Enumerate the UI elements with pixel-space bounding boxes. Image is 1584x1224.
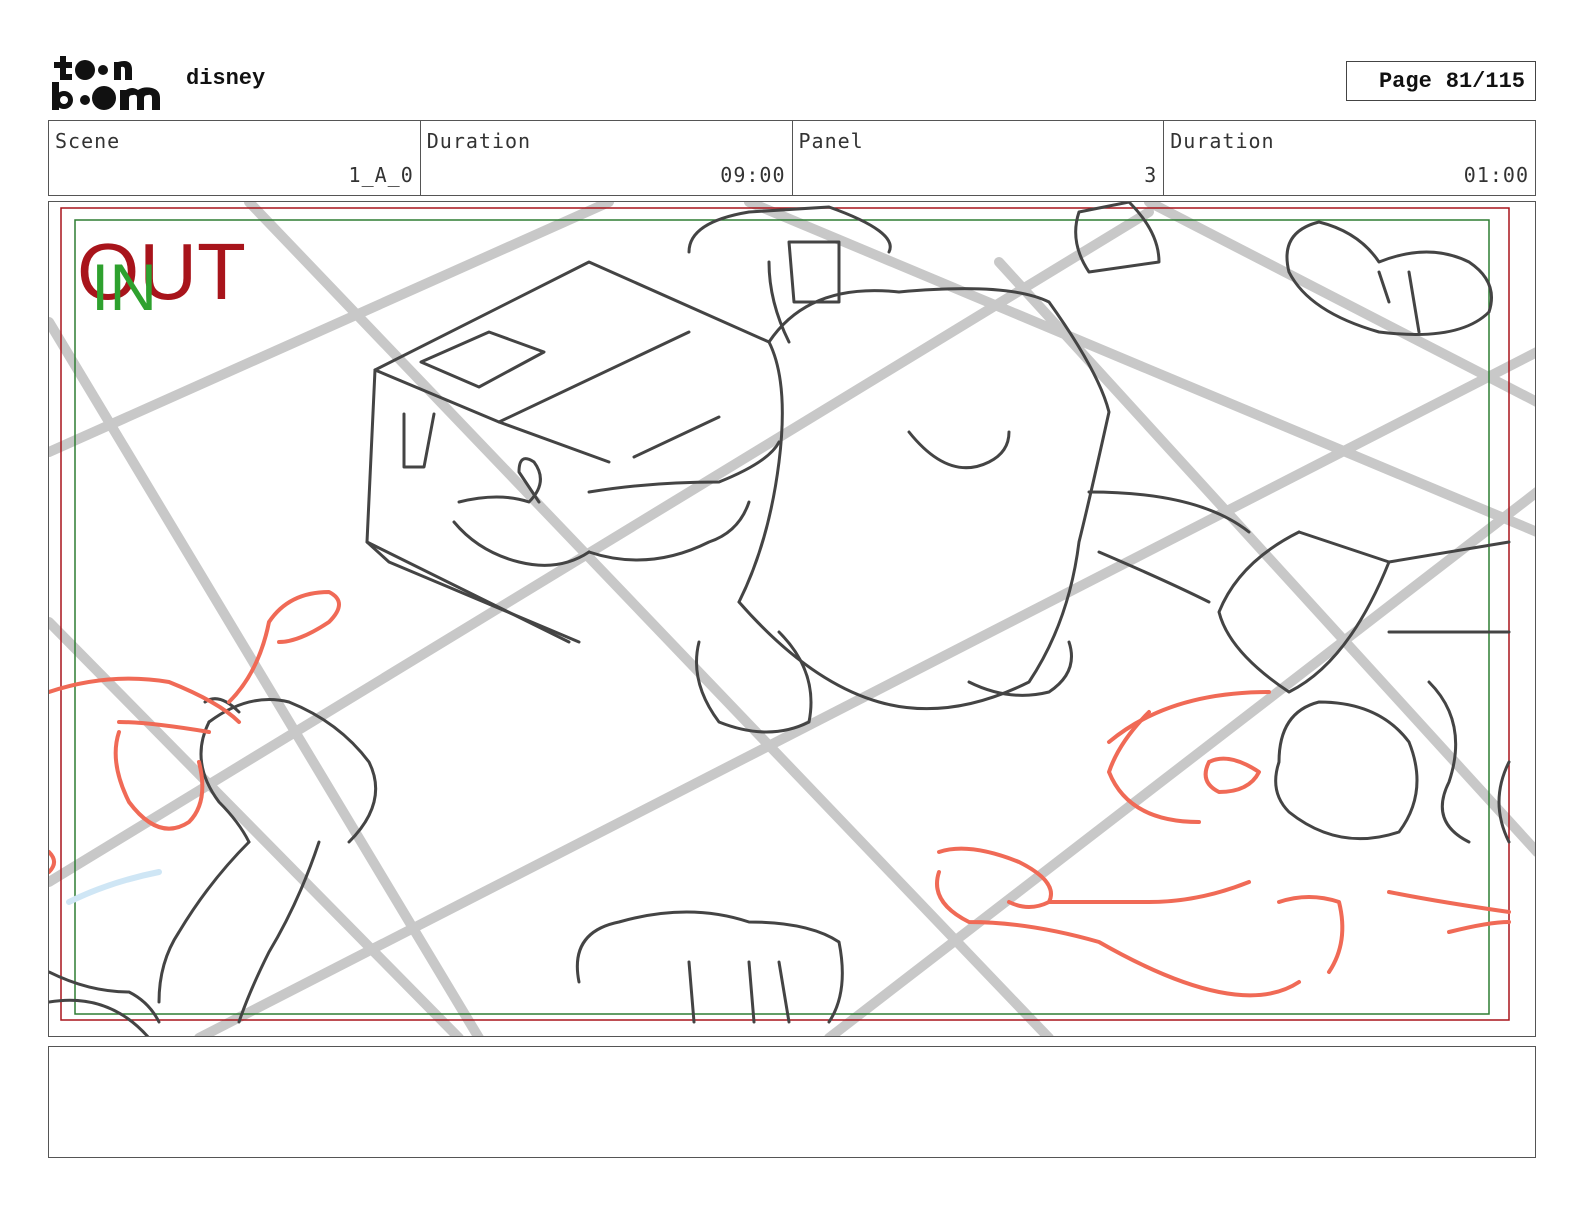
panel-info-bar: Scene 1_A_0 Duration 09:00 Panel 3 Durat… xyxy=(48,120,1536,196)
toonboom-logo-icon xyxy=(52,56,160,110)
project-name: disney xyxy=(186,66,266,91)
blue-sketch-mark xyxy=(66,869,162,905)
scene-value: 1_A_0 xyxy=(348,163,414,187)
page-indicator: Page 81/115 xyxy=(1346,61,1536,101)
in-out-marker: OUT IN xyxy=(77,232,247,322)
panel-duration-cell: Duration 01:00 xyxy=(1164,121,1535,195)
red-sketch xyxy=(49,590,1511,998)
storyboard-panel: OUT IN xyxy=(48,201,1536,1037)
panel-value: 3 xyxy=(1144,163,1158,187)
character-sketch xyxy=(49,202,1511,1036)
scene-duration-cell: Duration 09:00 xyxy=(421,121,793,195)
scene-duration-value: 09:00 xyxy=(720,163,786,187)
panel-cell: Panel 3 xyxy=(793,121,1165,195)
scene-cell: Scene 1_A_0 xyxy=(49,121,421,195)
panel-notes-box[interactable] xyxy=(48,1046,1536,1158)
panel-duration-value: 01:00 xyxy=(1463,163,1529,187)
panel-duration-label: Duration xyxy=(1170,129,1275,153)
page-number: 81/115 xyxy=(1445,68,1525,94)
panel-label: Panel xyxy=(798,129,864,153)
scene-duration-label: Duration xyxy=(426,129,532,153)
toonboom-logo xyxy=(52,52,164,112)
safe-frame xyxy=(74,219,1490,1015)
in-label: IN xyxy=(91,250,157,324)
scene-label: Scene xyxy=(55,129,121,153)
page-label: Page xyxy=(1378,68,1432,94)
storyboard-sketch xyxy=(49,202,1535,1036)
